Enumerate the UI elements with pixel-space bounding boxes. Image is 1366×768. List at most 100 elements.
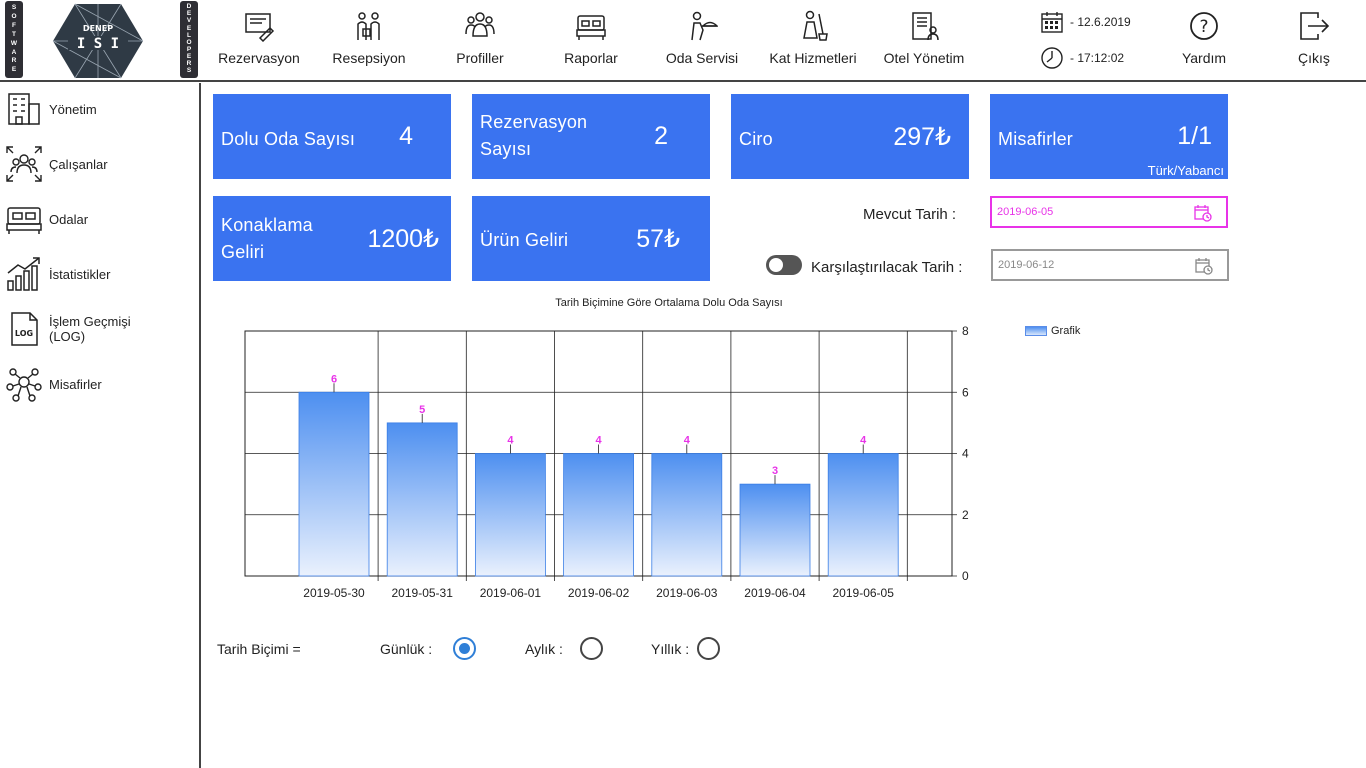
calendar-icon [1041,12,1063,33]
card-subtitle: Türk/Yabancı [1147,163,1224,178]
x-tick-label: 2019-06-02 [568,586,630,600]
exit-label: Çıkış [1298,50,1330,66]
strip-letter: O [11,13,17,21]
current-date-value: 2019-06-05 [997,206,1054,218]
card-guests: Misafirler 1/1 Türk/Yabancı [990,94,1228,179]
card-value: 57₺ [636,225,680,253]
compare-date-picker[interactable]: 2019-06-12 [991,249,1229,281]
bar-value-label: 5 [419,404,425,416]
profiles-icon [465,12,495,37]
yearly-radio[interactable] [697,637,720,660]
building-icon [8,93,40,125]
daily-label: Günlük : [380,641,433,657]
guests-network-icon [6,368,42,402]
monthly-radio[interactable] [580,637,603,660]
compare-toggle[interactable] [766,255,802,275]
card-occupied-rooms: Dolu Oda Sayısı 4 [213,94,451,179]
daily-radio[interactable] [453,637,476,660]
x-tick-label: 2019-06-01 [480,586,542,600]
x-tick-label: 2019-06-05 [833,586,895,600]
exit-button[interactable]: Çıkış [1284,10,1344,72]
strip-letter: W [10,39,18,47]
software-strip: S O F T W A R E [5,1,23,78]
bar-value-label: 4 [507,435,514,447]
sidebar-label: İşlem Geçmişi (LOG) [49,314,131,344]
sidebar-label: Misafirler [49,376,102,392]
svg-text:?: ? [1199,17,1208,37]
card-accommodation-income: Konaklama Geliri 1200₺ [213,196,451,281]
radio-dot [459,643,470,654]
sidebar-item-istatistikler[interactable]: İstatistikler [5,253,195,295]
reservation-icon [245,13,275,42]
sidebar-item-yonetim[interactable]: Yönetim [5,88,195,130]
strip-letter: S [11,4,17,12]
calendar-clock-icon[interactable] [1194,204,1212,222]
date-time-display: - 12.6.2019 - 17:12:02 [1040,10,1150,72]
sidebar-item-log[interactable]: LOG İşlem Geçmişi (LOG) [5,308,195,350]
bar [386,422,458,577]
svg-text:LOG: LOG [15,329,33,338]
bar [298,391,370,577]
compare-date-value: 2019-06-12 [998,259,1055,271]
help-icon: ? [1190,12,1218,40]
toggle-knob [769,258,783,272]
nav-kat-hizmetleri-button[interactable]: Kat Hizmetleri [764,10,862,72]
card-value: 2 [654,122,668,150]
strip-letter: E [11,66,17,74]
time-row: - 17:12:02 [1040,46,1124,70]
strip-letter: V [186,17,192,25]
card-label: Misafirler [998,129,1074,149]
y-tick-label: 0 [962,569,969,583]
developers-strip: D E V E L O P E R S [180,1,198,78]
help-button[interactable]: ? Yardım [1174,10,1234,72]
bed-icon [6,207,42,234]
sidebar-item-misafirler[interactable]: Misafirler [5,363,195,405]
period-label: Tarih Biçimi = [217,641,301,657]
housekeeping-icon [803,10,828,41]
card-label: Rezervasyon Sayısı [480,112,588,159]
legend-swatch [1025,326,1047,336]
x-tick-label: 2019-06-03 [656,586,718,600]
nav-rezervasyon-button[interactable]: Rezervasyon [214,10,304,72]
logo-main-text: I S I [77,36,119,52]
card-label: Ürün Geliri [480,230,569,250]
strip-letter: R [11,57,17,65]
help-label: Yardım [1181,50,1227,66]
chart-title: Tarih Biçimine Göre Ortalama Dolu Oda Sa… [555,297,783,309]
calendar-clock-icon[interactable] [1195,257,1213,275]
bar-chart: 0 2 4 6 8 6 2019-05-30 5 2019-05-31 4 2019-06-01 4 2… [244,324,969,600]
card-value: 4 [399,122,413,150]
nav-label: Profiller [456,50,504,66]
y-tick-label: 6 [962,385,969,399]
statistics-icon [7,257,40,291]
card-label: Ciro [739,129,773,149]
company-logo: DENEP I S I [52,3,144,79]
y-tick-label: 4 [962,447,969,461]
sidebar-label: İstatistikler [49,266,111,282]
nav-oda-servisi-button[interactable]: Oda Servisi [660,10,744,72]
nav-raporlar-button[interactable]: Raporlar [551,10,631,72]
bar-value-label: 4 [860,435,867,447]
nav-profiller-button[interactable]: Profiller [440,10,520,72]
nav-resepsiyon-button[interactable]: Resepsiyon [326,10,412,72]
bar-value-label: 3 [772,465,778,477]
card-value: 1200₺ [367,225,439,253]
reception-icon [357,12,380,40]
card-label: Konaklama Geliri [221,215,313,262]
current-date: - 12.6.2019 [1070,15,1131,29]
nav-label: Resepsiyon [332,50,406,66]
nav-label: Rezervasyon [218,50,300,66]
top-navigation-bar: S O F T W A R E DENEP I S I D E V E L O … [0,0,1366,82]
current-date-picker[interactable]: 2019-06-05 [990,196,1228,228]
bar-value-label: 6 [331,373,337,385]
app-window: S O F T W A R E DENEP I S I D E V E L O … [0,0,1366,768]
legend-label: Grafik [1051,325,1081,337]
sidebar-item-odalar[interactable]: Odalar [5,198,195,240]
monthly-label: Aylık : [525,641,563,657]
card-value: 1/1 [1177,122,1212,150]
log-file-icon: LOG [11,312,38,346]
nav-label: Otel Yönetim [883,50,965,66]
sidebar-item-calisanlar[interactable]: Çalışanlar [5,143,195,185]
nav-otel-yonetim-button[interactable]: Otel Yönetim [876,10,972,72]
bar [563,453,635,577]
